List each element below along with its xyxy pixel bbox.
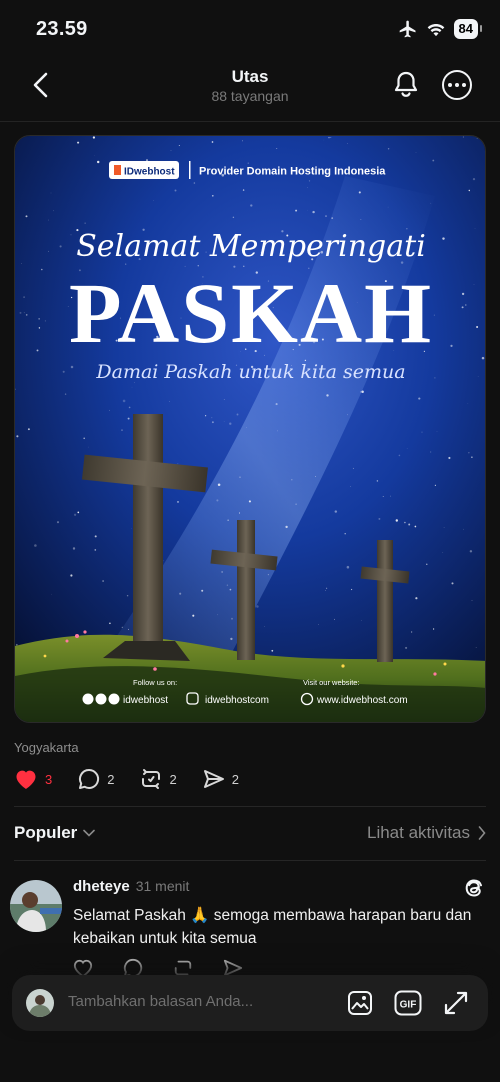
thread-header: Utas 88 tayangan <box>0 56 500 122</box>
script-subheading: Damai Paskah untuk kita semua <box>95 361 405 383</box>
image-icon <box>348 991 372 1015</box>
easter-poster: IDwebhost Provider Domain Hosting Indone… <box>15 136 485 722</box>
share-button[interactable]: 2 <box>203 768 239 790</box>
divider <box>14 860 486 861</box>
website-url: www.idwebhost.com <box>316 695 408 706</box>
social-handle: idwebhost <box>123 695 168 706</box>
social-icons <box>82 693 120 705</box>
like-button[interactable]: 3 <box>14 768 52 790</box>
repost-count: 2 <box>169 771 177 787</box>
brand-name: IDwebhost <box>124 167 175 178</box>
post-location[interactable]: Yogyakarta <box>14 740 79 755</box>
page-title: Utas <box>231 67 269 86</box>
wifi-icon <box>427 24 444 37</box>
share-count: 2 <box>231 771 239 787</box>
sort-label: Populer <box>14 823 78 842</box>
repost-icon <box>142 769 161 789</box>
comment-count: 2 <box>107 771 115 787</box>
post-image[interactable]: IDwebhost Provider Domain Hosting Indone… <box>14 135 486 723</box>
bell-icon <box>394 71 418 97</box>
send-icon <box>203 770 224 788</box>
expand-icon <box>444 991 468 1015</box>
reply-time: 31 menit <box>135 878 190 894</box>
gif-button[interactable]: GIF <box>394 989 422 1017</box>
more-dot-icon <box>462 83 466 87</box>
battery-indicator: 84 <box>453 19 483 39</box>
image-attach-button[interactable] <box>346 989 374 1017</box>
brand-tagline: Provider Domain Hosting Indonesia <box>199 166 386 178</box>
comment-icon <box>79 768 100 789</box>
chevron-down-icon <box>83 829 96 837</box>
status-time: 23.59 <box>36 18 88 40</box>
reply-item: dheteye 31 menit Selamat Paskah 🙏 semoga … <box>0 870 500 980</box>
view-activity-link[interactable]: Lihat aktivitas <box>367 823 486 843</box>
script-heading: Selamat Memperingati <box>76 229 426 264</box>
airplane-icon <box>399 20 416 38</box>
view-activity-label: Lihat aktivitas <box>367 823 470 842</box>
gif-icon: GIF <box>394 990 422 1016</box>
status-bar: 23.59 84 <box>0 0 500 56</box>
svg-text:GIF: GIF <box>400 1000 417 1011</box>
more-dot-icon <box>448 83 452 87</box>
threads-icon[interactable] <box>462 876 486 900</box>
heart-filled-icon <box>16 770 36 789</box>
composer-avatar <box>26 989 54 1017</box>
avatar[interactable] <box>10 880 62 932</box>
reply-composer: Tambahkan balasan Anda... GIF <box>12 975 488 1031</box>
sort-dropdown[interactable]: Populer <box>14 823 96 843</box>
reply-username[interactable]: dheteye 31 menit <box>73 878 189 895</box>
reply-input[interactable]: Tambahkan balasan Anda... <box>68 993 253 1010</box>
more-dot-icon <box>455 83 459 87</box>
view-count: 88 tayangan <box>211 88 289 104</box>
comment-button[interactable]: 2 <box>78 768 114 790</box>
status-icons: 84 <box>398 19 483 39</box>
instagram-handle: idwebhostcom <box>205 695 269 706</box>
reply-username-text: dheteye <box>73 878 130 895</box>
reply-text: Selamat Paskah 🙏 semoga membawa harapan … <box>73 907 472 947</box>
replies-sort-row: Populer Lihat aktivitas <box>14 820 486 846</box>
follow-label: Follow us on: <box>133 678 177 687</box>
website-label: Visit our website: <box>303 678 360 687</box>
notification-button[interactable] <box>390 68 422 100</box>
chevron-right-icon <box>478 826 486 840</box>
like-count: 3 <box>45 771 53 787</box>
post-actions: 3 2 2 2 <box>14 766 265 792</box>
expand-button[interactable] <box>442 989 470 1017</box>
more-options-button[interactable] <box>442 70 472 100</box>
divider <box>14 806 486 807</box>
headline: PASKAH <box>69 265 433 361</box>
repost-button[interactable]: 2 <box>140 768 177 790</box>
